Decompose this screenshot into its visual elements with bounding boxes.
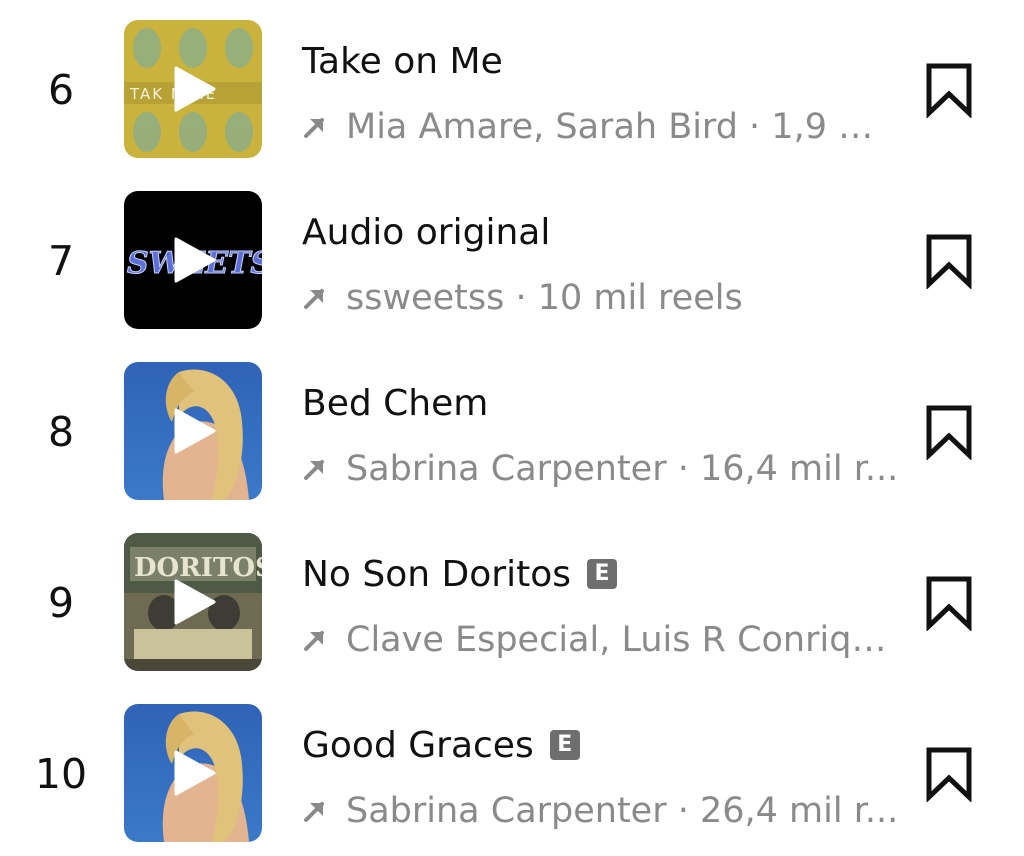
cover-art[interactable]: SWEETS bbox=[124, 191, 262, 329]
rank-number: 8 bbox=[47, 408, 75, 456]
list-item[interactable]: 9 DORITOS No Son Doritos E Clave Especia… bbox=[0, 533, 1024, 673]
play-icon[interactable] bbox=[170, 579, 216, 625]
rank-number: 7 bbox=[47, 237, 75, 285]
bookmark-icon[interactable] bbox=[924, 404, 974, 460]
list-item[interactable]: 6 TAK N ME Take on Me Mia Amare, Sarah B… bbox=[0, 20, 1024, 160]
play-icon[interactable] bbox=[170, 66, 216, 112]
play-icon[interactable] bbox=[170, 237, 216, 283]
explicit-badge: E bbox=[549, 730, 580, 760]
audio-trend-list: 6 TAK N ME Take on Me Mia Amare, Sarah B… bbox=[0, 0, 1024, 856]
cover-art[interactable] bbox=[124, 704, 262, 842]
cover-art[interactable]: DORITOS bbox=[124, 533, 262, 671]
arrow-up-right-icon bbox=[304, 802, 324, 822]
track-title[interactable]: Take on Me bbox=[302, 41, 503, 82]
track-title[interactable]: No Son Doritos bbox=[302, 554, 571, 595]
rank-number: 10 bbox=[34, 750, 88, 798]
track-title[interactable]: Good Graces bbox=[302, 725, 534, 766]
arrow-up-right-icon bbox=[304, 460, 324, 480]
track-subtitle[interactable]: Mia Amare, Sarah Bird · 1,9 m... bbox=[346, 107, 900, 147]
bookmark-icon[interactable] bbox=[924, 233, 974, 289]
play-icon[interactable] bbox=[170, 750, 216, 796]
cover-art[interactable] bbox=[124, 362, 262, 500]
track-subtitle[interactable]: Clave Especial, Luis R Conriqu... bbox=[346, 620, 900, 660]
bookmark-icon[interactable] bbox=[924, 62, 974, 118]
track-subtitle[interactable]: Sabrina Carpenter · 16,4 mil r... bbox=[346, 449, 898, 489]
list-item[interactable]: 8 Bed Chem Sabrina Carpenter · 16,4 mil … bbox=[0, 362, 1024, 502]
arrow-up-right-icon bbox=[304, 631, 324, 651]
play-icon[interactable] bbox=[170, 408, 216, 454]
track-title[interactable]: Audio original bbox=[302, 212, 550, 253]
rank-number: 9 bbox=[47, 579, 75, 627]
track-subtitle[interactable]: Sabrina Carpenter · 26,4 mil r... bbox=[346, 791, 898, 831]
track-title[interactable]: Bed Chem bbox=[302, 383, 488, 424]
bookmark-icon[interactable] bbox=[924, 746, 974, 802]
arrow-up-right-icon bbox=[304, 118, 324, 138]
explicit-badge: E bbox=[586, 559, 617, 589]
list-item[interactable]: 10 Good Graces E Sabrina Carpenter · 26,… bbox=[0, 704, 1024, 844]
arrow-up-right-icon bbox=[304, 289, 324, 309]
list-item[interactable]: 7 SWEETS Audio original ssweetss · 10 mi… bbox=[0, 191, 1024, 331]
cover-art[interactable]: TAK N ME bbox=[124, 20, 262, 158]
rank-number: 6 bbox=[47, 66, 75, 114]
track-subtitle[interactable]: ssweetss · 10 mil reels bbox=[346, 278, 743, 318]
bookmark-icon[interactable] bbox=[924, 575, 974, 631]
